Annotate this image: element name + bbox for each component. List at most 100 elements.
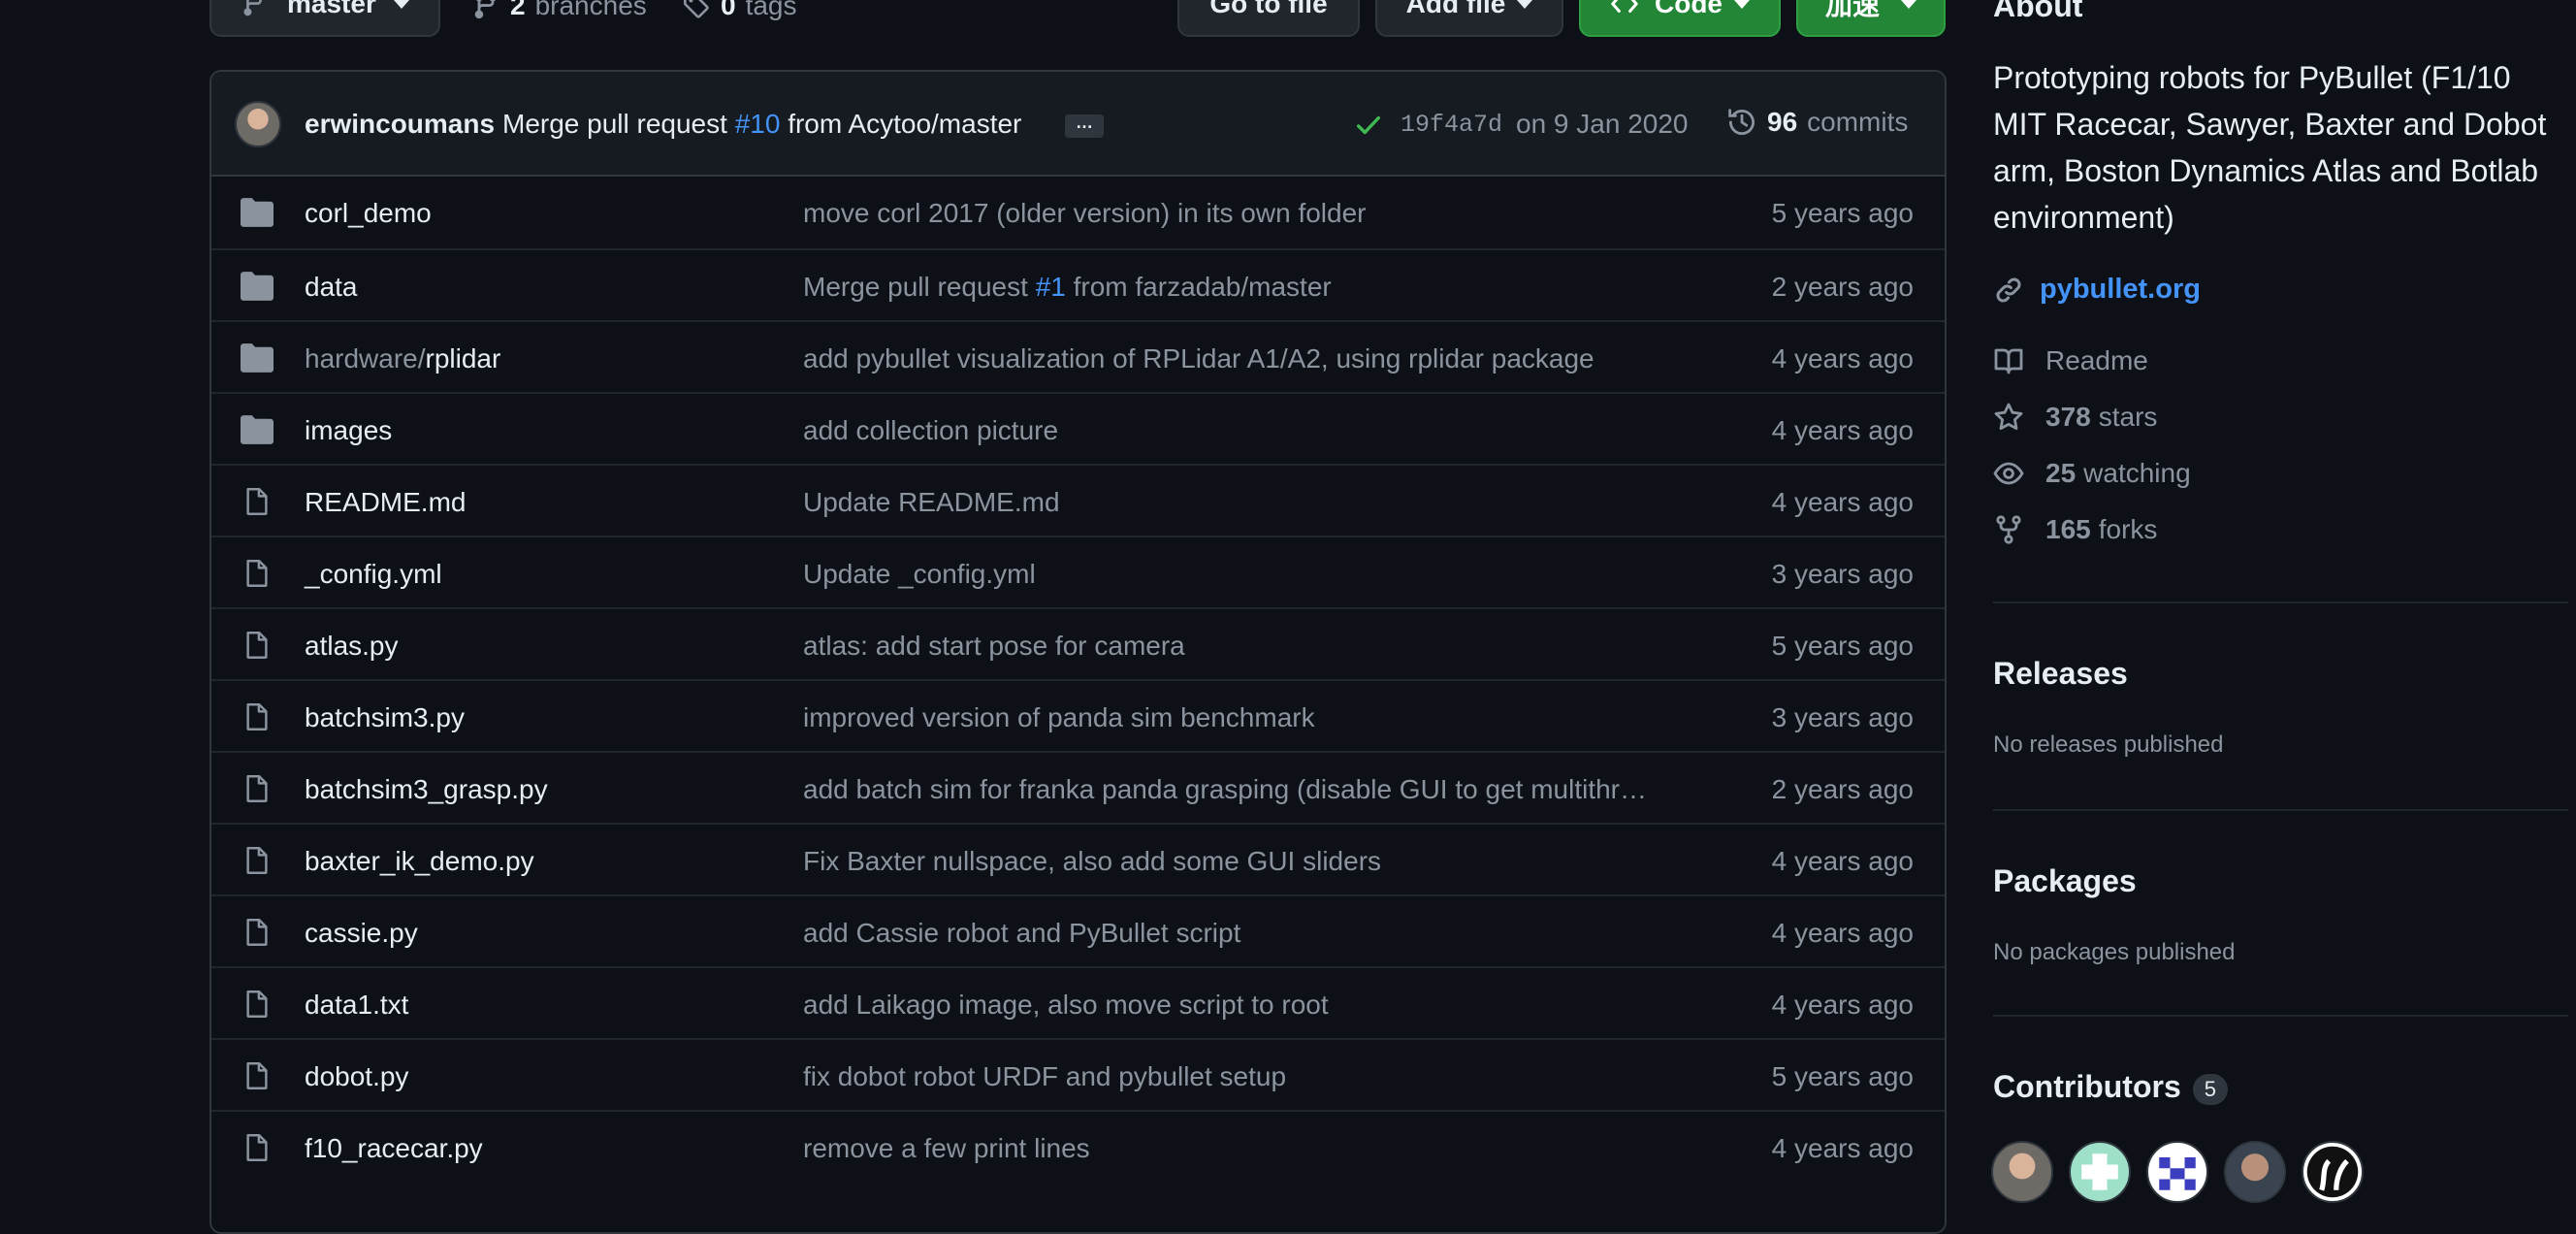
releases-heading[interactable]: Releases: [1993, 656, 2128, 692]
commit-message-link[interactable]: atlas: add start pose for camera: [803, 631, 1686, 662]
file-list: corl_demo move corl 2017 (older version) …: [211, 177, 1945, 1182]
contributors-label: Contributors: [1993, 1069, 2181, 1104]
watching-label: watching: [2083, 458, 2191, 488]
file-row[interactable]: _config.yml Update _config.yml 3 years ago: [211, 536, 1945, 607]
file-row[interactable]: README.md Update README.md 4 years ago: [211, 464, 1945, 536]
commit-message-link[interactable]: Fix Baxter nullspace, also add some GUI …: [803, 846, 1686, 877]
identicon-icon: [2081, 1153, 2118, 1190]
commit-message-link[interactable]: add pybullet visualization of RPLidar A1…: [803, 343, 1686, 374]
commit-message-link[interactable]: Merge pull request #1 from farzadab/mast…: [803, 272, 1686, 303]
pull-request-link[interactable]: #1: [1036, 272, 1066, 302]
commit-message[interactable]: Merge pull request #10 from Acytoo/maste…: [502, 109, 1021, 140]
contributor-avatar[interactable]: [2069, 1141, 2131, 1203]
history-icon: [1728, 109, 1755, 135]
file-row[interactable]: atlas.py atlas: add start pose for camera…: [211, 607, 1945, 679]
file-name: corl_demo: [305, 198, 432, 228]
tags-link[interactable]: 0 tags: [682, 0, 797, 25]
file-browser: erwincoumans Merge pull request #10 from…: [209, 70, 1947, 1234]
pull-request-link[interactable]: #10: [735, 109, 781, 139]
file-name-link[interactable]: batchsim3.py: [305, 702, 465, 733]
file-name-link[interactable]: atlas.py: [305, 631, 399, 662]
commit-author[interactable]: erwincoumans: [305, 109, 495, 140]
commit-age: 3 years ago: [1771, 702, 1914, 732]
file-row[interactable]: hardware/rplidar add pybullet visualizati…: [211, 320, 1945, 392]
file-row[interactable]: dobot.py fix dobot robot URDF and pybulle…: [211, 1038, 1945, 1110]
file-name: dobot.py: [305, 1061, 409, 1091]
file-row[interactable]: images add collection picture 4 years ago: [211, 392, 1945, 464]
file-name-link[interactable]: dobot.py: [305, 1061, 408, 1092]
git-branch-icon: [474, 0, 497, 19]
file-name-link[interactable]: hardware/rplidar: [305, 343, 500, 374]
commit-message-link[interactable]: improved version of panda sim benchmark: [803, 702, 1686, 733]
file-name-link[interactable]: images: [305, 415, 392, 446]
file-row[interactable]: data1.txt add Laikago image, also move sc…: [211, 966, 1945, 1038]
file-name-link[interactable]: cassie.py: [305, 918, 418, 949]
file-name-link[interactable]: corl_demo: [305, 198, 432, 229]
commit-message-prefix: Merge pull request: [803, 272, 1028, 302]
avatar[interactable]: [235, 101, 281, 147]
file-row[interactable]: data Merge pull request #1 from farzadab/…: [211, 248, 1945, 320]
commit-message-link[interactable]: move corl 2017 (older version) in its ow…: [803, 198, 1686, 229]
accelerate-label: 加速: [1824, 0, 1880, 20]
file-name-link[interactable]: README.md: [305, 487, 466, 518]
contributor-avatar[interactable]: [2224, 1141, 2286, 1203]
branches-label: branches: [534, 0, 647, 20]
stars-link[interactable]: 378 stars: [1993, 402, 2157, 433]
commit-sha[interactable]: 19f4a7d: [1401, 111, 1502, 139]
add-file-button[interactable]: Add file: [1375, 0, 1563, 37]
forks-count: 165: [2045, 514, 2091, 544]
forks-label: forks: [2098, 514, 2158, 544]
commits-link[interactable]: 96 commits: [1726, 107, 1908, 138]
branches-link[interactable]: 2 branches: [471, 0, 647, 25]
commit-message-link[interactable]: add Laikago image, also move script to r…: [803, 990, 1686, 1021]
commit-message-link[interactable]: remove a few print lines: [803, 1133, 1686, 1164]
file-row[interactable]: corl_demo move corl 2017 (older version) …: [211, 177, 1945, 248]
add-file-label: Add file: [1405, 0, 1506, 18]
logo-icon: [2306, 1146, 2359, 1198]
commit-message-suffix: from farzadab/master: [1073, 272, 1332, 302]
commit-age: 4 years ago: [1771, 415, 1914, 445]
file-name-link[interactable]: batchsim3_grasp.py: [305, 774, 548, 805]
file-name-link[interactable]: f10_racecar.py: [305, 1133, 483, 1164]
file-name: batchsim3_grasp.py: [305, 774, 548, 804]
forks-link[interactable]: 165 forks: [1993, 514, 2157, 545]
commit-message-link[interactable]: fix dobot robot URDF and pybullet setup: [803, 1061, 1686, 1092]
commit-message-link[interactable]: add Cassie robot and PyBullet script: [803, 918, 1686, 949]
about-description: Prototyping robots for PyBullet (F1/10 M…: [1993, 60, 2547, 235]
readme-link[interactable]: Readme: [1993, 345, 2148, 376]
commit-message-link[interactable]: Update README.md: [803, 487, 1686, 518]
file-name-link[interactable]: data1.txt: [305, 990, 408, 1021]
file-row[interactable]: batchsim3_grasp.py add batch sim for fran…: [211, 751, 1945, 823]
file-row[interactable]: baxter_ik_demo.py Fix Baxter nullspace, a…: [211, 823, 1945, 894]
packages-heading[interactable]: Packages: [1993, 863, 2137, 899]
file-name-link[interactable]: data: [305, 272, 358, 303]
divider: [1993, 601, 2568, 603]
contributor-avatar[interactable]: [1991, 1141, 2053, 1203]
commit-message-link[interactable]: add collection picture: [803, 415, 1686, 446]
file-name-link[interactable]: baxter_ik_demo.py: [305, 846, 534, 877]
contributor-avatar[interactable]: [2146, 1141, 2208, 1203]
code-button[interactable]: Code: [1579, 0, 1781, 37]
file-row[interactable]: f10_racecar.py remove a few print lines 4 …: [211, 1110, 1945, 1182]
branch-select-button[interactable]: master: [209, 0, 440, 37]
file-name-link[interactable]: _config.yml: [305, 559, 442, 590]
accelerate-button[interactable]: 加速: [1796, 0, 1946, 37]
link-icon: [1996, 276, 2021, 303]
commits-count: 96: [1767, 107, 1798, 137]
commit-message-link[interactable]: add batch sim for franka panda grasping …: [803, 774, 1686, 805]
chevron-down-icon: [1901, 0, 1916, 9]
readme-label: Readme: [2045, 345, 2148, 375]
website-link[interactable]: pybullet.org: [1993, 274, 2201, 306]
stars-count: 378: [2045, 402, 2091, 432]
file-row[interactable]: batchsim3.py improved version of panda si…: [211, 679, 1945, 751]
commit-age: 2 years ago: [1771, 774, 1914, 804]
commit-message-link[interactable]: Update _config.yml: [803, 559, 1686, 590]
go-to-file-button[interactable]: Go to file: [1177, 0, 1360, 37]
check-icon[interactable]: [1354, 111, 1383, 140]
expand-commit-button[interactable]: …: [1065, 114, 1104, 138]
file-row[interactable]: cassie.py add Cassie robot and PyBullet s…: [211, 894, 1945, 966]
watchers-link[interactable]: 25 watching: [1993, 458, 2191, 489]
contributors-heading[interactable]: Contributors 5: [1993, 1069, 2228, 1105]
contributor-avatar[interactable]: [2302, 1141, 2364, 1203]
watching-count: 25: [2045, 458, 2077, 488]
